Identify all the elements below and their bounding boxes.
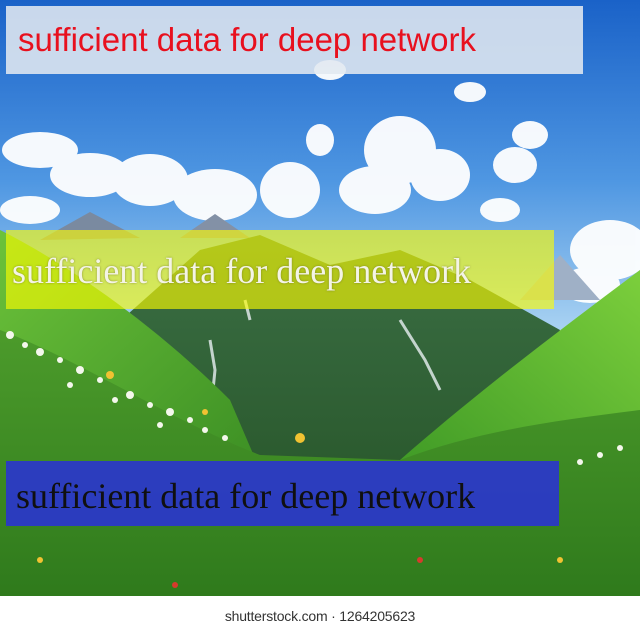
watermark-text: shutterstock.com · 1264205623 bbox=[224, 608, 416, 624]
caption-banner-top: sufficient data for deep network bbox=[6, 6, 583, 74]
caption-banner-bottom: sufficient data for deep network bbox=[6, 461, 559, 526]
watermark-bar: shutterstock.com · 1264205623 bbox=[0, 596, 640, 640]
caption-text-white: sufficient data for deep network bbox=[12, 251, 472, 291]
caption-banner-middle: sufficient data for deep network bbox=[6, 230, 554, 309]
caption-text-black: sufficient data for deep network bbox=[16, 476, 476, 516]
caption-text-red: sufficient data for deep network bbox=[18, 21, 477, 58]
